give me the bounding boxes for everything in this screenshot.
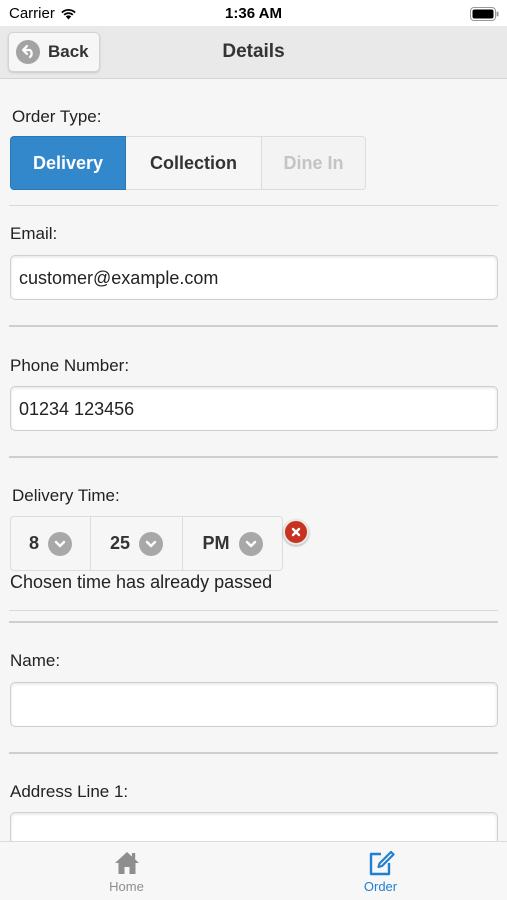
chevron-down-icon <box>238 531 263 556</box>
status-bar: Carrier 1:36 AM <box>0 0 507 26</box>
hour-select[interactable]: 8 <box>11 517 91 570</box>
minute-select[interactable]: 25 <box>91 517 183 570</box>
minute-value: 25 <box>109 533 131 553</box>
order-type-collection[interactable]: Collection <box>126 136 262 190</box>
order-type-selector: Delivery Collection Dine In <box>10 136 366 190</box>
time-error-message: Chosen time has already passed <box>10 572 273 592</box>
home-icon <box>114 852 139 874</box>
battery-icon <box>470 7 499 21</box>
order-type-delivery[interactable]: Delivery <box>10 136 126 190</box>
email-field[interactable]: customer@example.com <box>10 255 498 300</box>
divider <box>9 621 498 623</box>
email-label: Email: <box>10 224 58 243</box>
edit-icon <box>369 850 395 876</box>
status-time: 1:36 AM <box>225 5 282 22</box>
order-type-label: Order Type: <box>12 107 102 126</box>
delivery-time-label: Delivery Time: <box>12 486 120 505</box>
address-line-1-field[interactable] <box>10 812 498 841</box>
tab-bar: Home Order <box>0 841 507 900</box>
hour-value: 8 <box>28 533 39 553</box>
divider <box>9 205 498 206</box>
phone-field[interactable]: 01234 123456 <box>10 386 498 431</box>
divider <box>9 752 498 754</box>
divider <box>9 610 498 611</box>
header-bar: Back Details <box>0 26 507 79</box>
chevron-down-icon <box>139 531 164 556</box>
clear-time-icon[interactable] <box>283 519 309 545</box>
name-label: Name: <box>10 651 61 670</box>
tab-order[interactable]: Order <box>254 842 507 900</box>
tab-order-label: Order <box>363 879 398 894</box>
phone-label: Phone Number: <box>10 356 130 375</box>
name-field[interactable] <box>10 682 498 727</box>
chevron-down-icon <box>48 531 72 556</box>
tab-home[interactable]: Home <box>0 842 253 900</box>
form-content[interactable]: Order Type: Delivery Collection Dine In … <box>0 79 507 841</box>
page-title: Details <box>222 41 285 62</box>
ampm-value: PM <box>202 533 230 553</box>
order-type-dine-in: Dine In <box>262 136 366 190</box>
address-line-1-label: Address Line 1: <box>10 782 129 801</box>
delivery-time-picker: 8 25 PM <box>10 516 283 571</box>
ampm-select[interactable]: PM <box>183 517 282 570</box>
tab-home-label: Home <box>109 879 144 894</box>
divider <box>9 325 498 327</box>
divider <box>9 456 498 458</box>
